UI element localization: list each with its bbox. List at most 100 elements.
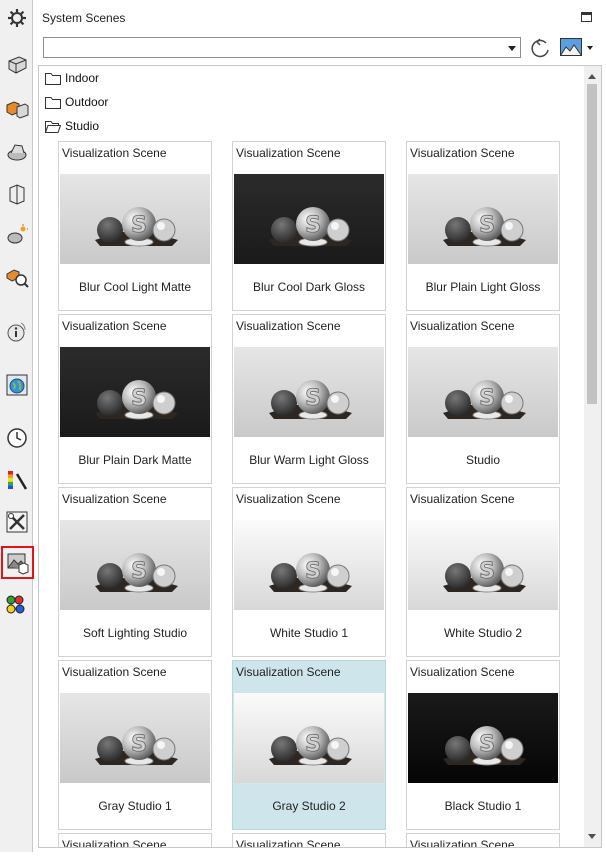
scene-card-header: Visualization Scene bbox=[62, 838, 167, 848]
environment-image-icon[interactable] bbox=[560, 38, 582, 56]
scene-card-name: White Studio 2 bbox=[443, 626, 523, 640]
scene-tree: Indoor Outdoor Studio Visualization Scen… bbox=[38, 65, 602, 848]
scene-card[interactable]: Visualization Scene S Studio bbox=[406, 314, 560, 484]
environment-globe-icon[interactable] bbox=[3, 371, 30, 398]
folder-studio[interactable]: Studio bbox=[45, 117, 99, 135]
svg-text:S: S bbox=[305, 386, 321, 411]
folder-open-icon bbox=[45, 120, 61, 133]
folder-label: Indoor bbox=[65, 71, 100, 85]
light-icon[interactable] bbox=[3, 221, 30, 248]
scene-card[interactable]: Visualization Scene S Gray Studio 2 bbox=[232, 660, 386, 830]
scene-card-name: White Studio 1 bbox=[269, 626, 349, 640]
tools-icon[interactable] bbox=[3, 508, 30, 535]
scene-card-name: Blur Plain Dark Matte bbox=[78, 453, 192, 467]
scroll-down-arrow-icon[interactable] bbox=[588, 834, 596, 839]
scene-card[interactable]: Visualization Scene bbox=[406, 833, 560, 848]
scene-card[interactable]: Visualization Scene S Blur Warm Light Glos… bbox=[232, 314, 386, 484]
svg-text:S: S bbox=[131, 732, 147, 757]
scene-card[interactable]: Visualization Scene S White Studio 2 bbox=[406, 487, 560, 657]
scene-card[interactable]: Visualization Scene bbox=[232, 833, 386, 848]
scene-card-header: Visualization Scene bbox=[62, 665, 167, 679]
scene-thumbnail: S bbox=[408, 347, 558, 437]
decals-icon[interactable] bbox=[3, 591, 30, 618]
chevron-down-icon[interactable] bbox=[508, 46, 516, 51]
clock-icon[interactable] bbox=[3, 424, 30, 451]
scene-thumbnail: S bbox=[408, 520, 558, 610]
scene-thumbnail: S bbox=[234, 174, 384, 264]
scene-thumbnail: S bbox=[60, 347, 210, 437]
folder-icon bbox=[45, 96, 61, 109]
folder-label: Studio bbox=[65, 119, 100, 133]
scene-card-header: Visualization Scene bbox=[410, 492, 515, 506]
scene-select[interactable] bbox=[43, 37, 521, 58]
scene-card-name: Blur Warm Light Gloss bbox=[249, 453, 369, 467]
svg-text:S: S bbox=[479, 732, 495, 757]
assembly-icon[interactable] bbox=[3, 95, 30, 122]
scene-card-header: Visualization Scene bbox=[236, 146, 341, 160]
appearance-palette-icon[interactable] bbox=[3, 466, 30, 493]
scene-card[interactable]: Visualization Scene S Blur Cool Dark Gloss bbox=[232, 141, 386, 311]
vertical-scrollbar[interactable] bbox=[584, 66, 601, 847]
scene-thumbnail: S bbox=[60, 174, 210, 264]
scene-card[interactable]: Visualization Scene S Black Studio 1 bbox=[406, 660, 560, 830]
scene-card-header: Visualization Scene bbox=[236, 665, 341, 679]
scene-card-name: Gray Studio 2 bbox=[272, 799, 346, 813]
part-icon[interactable] bbox=[3, 51, 30, 78]
scene-thumbnail: S bbox=[60, 693, 210, 783]
camera-icon[interactable] bbox=[3, 262, 30, 289]
info-icon[interactable] bbox=[3, 318, 30, 345]
scene-card-header: Visualization Scene bbox=[62, 492, 167, 506]
scene-card-name: Soft Lighting Studio bbox=[82, 626, 188, 640]
scene-thumbnail: S bbox=[234, 347, 384, 437]
svg-text:S: S bbox=[131, 559, 147, 584]
scene-thumbnail: S bbox=[234, 693, 384, 783]
scene-card-name: Black Studio 1 bbox=[444, 799, 522, 813]
scroll-thumb[interactable] bbox=[587, 84, 597, 404]
scene-card-name: Studio bbox=[465, 453, 501, 467]
svg-text:S: S bbox=[131, 213, 147, 238]
scenes-icon[interactable] bbox=[1, 546, 34, 579]
scene-card-header: Visualization Scene bbox=[410, 838, 515, 848]
scene-card-header: Visualization Scene bbox=[410, 665, 515, 679]
scene-thumbnail: S bbox=[234, 520, 384, 610]
scene-thumbnail: S bbox=[60, 520, 210, 610]
scene-card-name: Blur Cool Light Matte bbox=[78, 280, 192, 294]
scroll-up-arrow-icon[interactable] bbox=[588, 74, 596, 79]
scene-card-header: Visualization Scene bbox=[236, 838, 341, 848]
environment-dropdown-icon[interactable] bbox=[587, 46, 593, 50]
scene-card[interactable]: Visualization Scene bbox=[58, 833, 212, 848]
scene-card-header: Visualization Scene bbox=[410, 146, 515, 160]
scene-thumbnail: S bbox=[408, 693, 558, 783]
svg-text:S: S bbox=[479, 386, 495, 411]
scene-card-header: Visualization Scene bbox=[236, 319, 341, 333]
folder-label: Outdoor bbox=[65, 95, 109, 109]
side-toolbar bbox=[0, 0, 34, 852]
scene-card[interactable]: Visualization Scene S Blur Plain Dark Matt… bbox=[58, 314, 212, 484]
svg-text:S: S bbox=[305, 559, 321, 584]
folder-indoor[interactable]: Indoor bbox=[45, 69, 99, 87]
svg-text:S: S bbox=[479, 213, 495, 238]
scene-card-header: Visualization Scene bbox=[236, 492, 341, 506]
document-properties-icon[interactable] bbox=[3, 180, 30, 207]
scene-card[interactable]: Visualization Scene S Soft Lighting Studio bbox=[58, 487, 212, 657]
folder-outdoor[interactable]: Outdoor bbox=[45, 93, 108, 111]
folder-icon bbox=[45, 72, 61, 85]
panel-title: System Scenes bbox=[42, 11, 126, 25]
scene-card[interactable]: Visualization Scene S Blur Plain Light Glo… bbox=[406, 141, 560, 311]
scene-card-header: Visualization Scene bbox=[62, 319, 167, 333]
maximize-icon[interactable] bbox=[581, 12, 592, 22]
settings-gear-icon[interactable] bbox=[3, 4, 30, 31]
scene-card[interactable]: Visualization Scene S White Studio 1 bbox=[232, 487, 386, 657]
svg-text:S: S bbox=[305, 732, 321, 757]
scene-card-name: Blur Cool Dark Gloss bbox=[252, 280, 366, 294]
reset-icon[interactable] bbox=[528, 36, 552, 60]
materials-icon[interactable] bbox=[3, 138, 30, 165]
scene-card-name: Blur Plain Light Gloss bbox=[425, 280, 541, 294]
scene-card[interactable]: Visualization Scene S Blur Cool Light Matt… bbox=[58, 141, 212, 311]
scene-card[interactable]: Visualization Scene S Gray Studio 1 bbox=[58, 660, 212, 830]
svg-text:S: S bbox=[479, 559, 495, 584]
svg-text:S: S bbox=[305, 213, 321, 238]
scene-card-header: Visualization Scene bbox=[410, 319, 515, 333]
system-scenes-panel: System Scenes Indoor Outdoor Studio Visu… bbox=[34, 0, 606, 852]
svg-text:S: S bbox=[131, 386, 147, 411]
